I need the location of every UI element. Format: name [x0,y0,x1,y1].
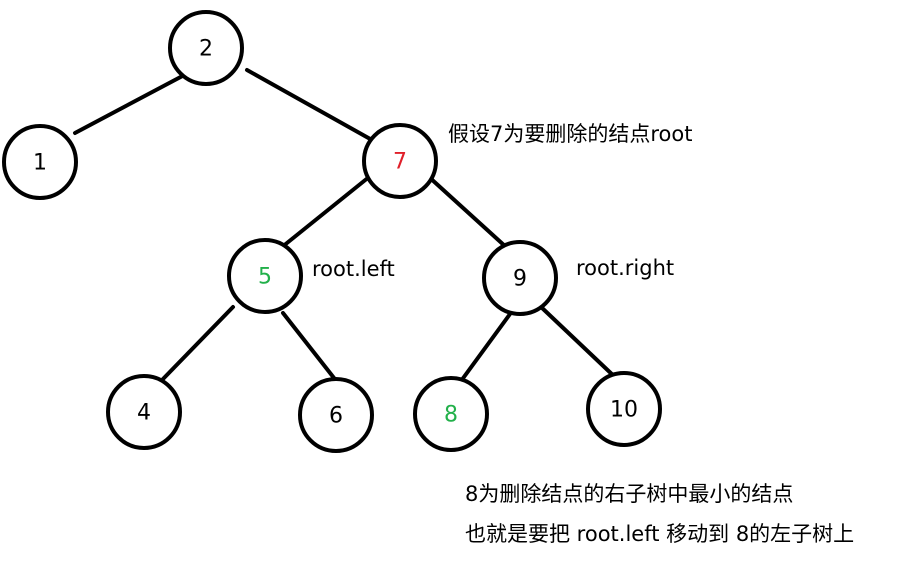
annotation-root-left: root.left [312,257,395,281]
node-label-8: 8 [444,403,458,428]
annotation-note-line2: 也就是要把 root.left 移动到 8的左子树上 [465,522,855,546]
edge-n2-n1 [73,70,192,135]
edge-n9-n10 [538,304,619,381]
node-label-6: 6 [329,404,343,429]
tree-diagram: 2 1 7 5 9 4 6 8 10 假设7为要删除的结点root root.left root… [0,0,923,569]
tree-node-6: 6 [298,377,374,453]
edge-n7-n9 [427,175,508,249]
tree-node-8: 8 [413,376,489,452]
edge-n9-n8 [459,312,512,383]
edge-n5-n4 [161,305,235,381]
node-label-1: 1 [33,151,47,176]
annotation-delete-root: 假设7为要删除的结点root [448,122,693,146]
tree-node-5: 5 [227,238,303,314]
tree-node-10: 10 [586,371,662,447]
annotation-root-right: root.right [576,256,675,280]
tree-node-2: 2 [168,10,244,86]
node-label-2: 2 [199,37,213,62]
edge-n5-n6 [281,311,336,380]
node-label-7: 7 [393,150,407,175]
node-label-9: 9 [513,267,527,292]
tree-node-4: 4 [106,374,182,450]
tree-node-7: 7 [362,123,438,199]
node-label-5: 5 [258,265,272,290]
tree-node-1: 1 [2,124,78,200]
node-label-10: 10 [610,398,638,423]
edge-n2-n7 [245,68,374,142]
tree-node-9: 9 [482,240,558,316]
annotation-note-line1: 8为删除结点的右子树中最小的结点 [465,482,794,506]
edge-n7-n5 [280,175,371,249]
node-label-4: 4 [137,401,151,426]
